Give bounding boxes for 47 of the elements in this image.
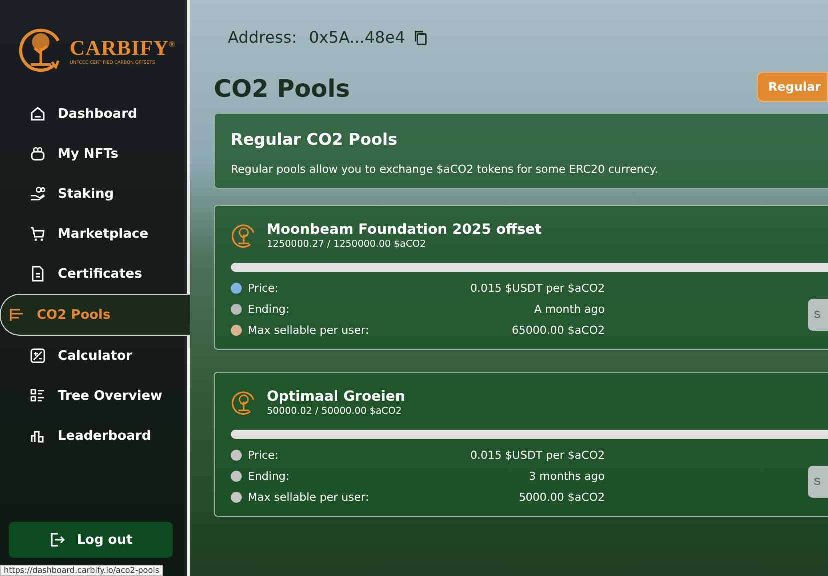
sidebar-item[interactable]: Tree Overview — [0, 376, 187, 416]
detail-label: Price: — [248, 282, 280, 295]
pool-name: Moonbeam Foundation 2025 offset — [267, 222, 542, 238]
list-icon — [30, 388, 46, 404]
sidebar-item[interactable]: Calculator — [0, 336, 187, 376]
detail-label: Max sellable per user: — [248, 491, 370, 504]
pool-amount: 1250000.27 / 1250000.00 $aCO2 — [267, 239, 428, 250]
sidebar-item[interactable]: Marketplace — [0, 214, 187, 254]
document-icon — [30, 266, 46, 282]
hand-coins-icon — [30, 186, 46, 202]
cart-icon — [30, 226, 46, 242]
sidebar-item[interactable]: Dashboard — [0, 94, 187, 134]
detail-value: 3 months ago — [529, 470, 605, 483]
action-button[interactable]: S — [808, 299, 828, 331]
sidebar-item[interactable]: CO2 Pools — [0, 294, 190, 336]
detail-value: 0.015 $USDT per $aCO2 — [470, 282, 605, 295]
section-description: Regular pools allow you to exchange $aCO2 tokens for some ERC20 currency. — [231, 163, 660, 176]
page-title: CO2 Pools — [214, 75, 350, 103]
tree-icon — [231, 223, 257, 249]
sidebar-item[interactable]: Staking — [0, 174, 187, 214]
detail-label: Ending: — [248, 470, 291, 483]
sidebar-item[interactable]: Leaderboard — [0, 416, 187, 456]
bars-icon — [9, 307, 25, 323]
address-label: Address: — [228, 28, 298, 47]
logout-button[interactable]: Log out — [9, 522, 173, 558]
action-button[interactable]: S — [808, 466, 828, 498]
brand-name: CARBIFY$^{®}$ — [70, 36, 176, 60]
detail-value: 5000.00 $aCO2 — [518, 491, 605, 504]
sidebar-item[interactable]: Certificates — [0, 254, 187, 294]
status-bar-url: https://dashboard.carbify.io/aco2-pools — [0, 565, 164, 576]
detail-value: A month ago — [534, 303, 605, 316]
pool-name: Optimaal Groeien — [267, 389, 406, 405]
detail-label: Price: — [248, 449, 280, 462]
logout-icon — [49, 532, 66, 548]
detail-label: Max sellable per user: — [248, 324, 370, 337]
wallet-address: 0x5A...48e4 — [309, 28, 406, 47]
tree-icon — [231, 390, 257, 416]
copy-icon[interactable] — [413, 30, 428, 46]
bag-icon — [30, 146, 46, 162]
detail-value: 0.015 $USDT per $aCO2 — [470, 449, 605, 462]
sidebar-item[interactable]: My NFTs — [0, 134, 187, 174]
section-title: Regular CO2 Pools — [231, 130, 399, 149]
detail-value: 65000.00 $aCO2 — [512, 324, 605, 337]
pool-amount: 50000.02 / 50000.00 $aCO2 — [267, 406, 403, 417]
calculator-icon — [30, 348, 46, 364]
detail-label: Ending: — [248, 303, 291, 316]
home-icon — [30, 106, 46, 122]
